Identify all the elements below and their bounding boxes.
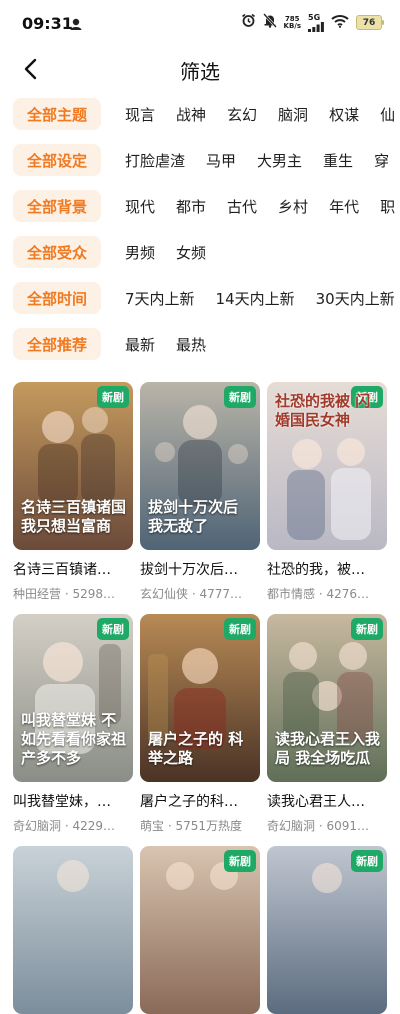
- app-notification-icon: [69, 16, 83, 30]
- poster-title: 叫我替堂妹 不如先看看你家祖产多不多: [21, 711, 127, 767]
- drama-poster: 新剧: [267, 846, 387, 1014]
- filter-option[interactable]: 穿: [374, 150, 389, 171]
- drama-poster: 新剧 读我心君王入我局 我全场吃瓜: [267, 614, 387, 782]
- card-title: 屠户之子的科…: [140, 794, 238, 810]
- drama-poster: 新剧 拔剑十万次后 我无敌了: [140, 382, 260, 550]
- signal-bars-icon: [308, 21, 324, 32]
- card-meta: 都市情感 · 4276…: [267, 587, 369, 601]
- poster-title: 读我心君王入我局 我全场吃瓜: [275, 730, 381, 767]
- new-badge: 新剧: [351, 618, 383, 640]
- drama-card[interactable]: 新剧 名诗三百镇诸国 我只想当富商 名诗三百镇诸… 种田经营 · 5298…: [13, 382, 133, 602]
- drama-card[interactable]: 新剧: [140, 846, 260, 1014]
- filter-option[interactable]: 女频: [176, 242, 206, 263]
- drama-card[interactable]: 新剧 拔剑十万次后 我无敌了 拔剑十万次后… 玄幻仙侠 · 4777…: [140, 382, 260, 602]
- poster-title: 屠户之子的 科举之路: [148, 730, 244, 767]
- card-meta: 奇幻脑洞 · 6091…: [267, 819, 369, 833]
- status-time: 09:31: [22, 14, 73, 33]
- battery-indicator: 76: [356, 15, 384, 30]
- filter-option[interactable]: 仙: [380, 104, 395, 125]
- card-meta: 奇幻脑洞 · 4229…: [13, 819, 115, 833]
- cell-signal: 5G: [308, 12, 324, 32]
- wifi-icon: [331, 13, 349, 32]
- filter-chip-theme[interactable]: 全部主题: [13, 98, 101, 130]
- card-title: 拔剑十万次后…: [140, 562, 238, 578]
- poster-image: [13, 846, 133, 1014]
- new-badge: 新剧: [97, 618, 129, 640]
- drama-poster: 新剧: [140, 846, 260, 1014]
- new-badge: 新剧: [97, 386, 129, 408]
- card-title: 社恐的我，被…: [267, 562, 365, 578]
- filter-option[interactable]: 年代: [329, 196, 359, 217]
- filter-option[interactable]: 打脸虐渣: [125, 150, 185, 171]
- drama-card[interactable]: 新剧 读我心君王入我局 我全场吃瓜 读我心君王人… 奇幻脑洞 · 6091…: [267, 614, 387, 834]
- filter-option[interactable]: 玄幻: [227, 104, 257, 125]
- filter-option[interactable]: 14天内上新: [216, 288, 295, 309]
- battery-level: 76: [362, 17, 376, 28]
- alarm-icon: [241, 13, 256, 32]
- header: 筛选: [0, 46, 400, 90]
- filter-option[interactable]: 男频: [125, 242, 155, 263]
- mute-bell-icon: [262, 13, 277, 32]
- network-type: 5G: [308, 12, 321, 22]
- filter-option[interactable]: 30天内上新: [316, 288, 395, 309]
- filter-option[interactable]: 最新: [125, 334, 155, 355]
- card-meta: 玄幻仙侠 · 4777…: [140, 587, 242, 601]
- drama-poster: 新剧 名诗三百镇诸国 我只想当富商: [13, 382, 133, 550]
- card-title: 读我心君王人…: [267, 794, 365, 810]
- filter-chip-recommend[interactable]: 全部推荐: [13, 328, 101, 360]
- filter-option[interactable]: 最热: [176, 334, 206, 355]
- filter-row-audience: 全部受众 男频 女频: [0, 236, 400, 268]
- drama-card[interactable]: 新剧 社恐的我被 闪婚国民女神 社恐的我，被… 都市情感 · 4276…: [267, 382, 387, 602]
- filter-row-time: 全部时间 7天内上新 14天内上新 30天内上新: [0, 282, 400, 314]
- filter-row-background: 全部背景 现代 都市 古代 乡村 年代 职: [0, 190, 400, 222]
- card-meta: 种田经营 · 5298…: [13, 587, 115, 601]
- filter-option[interactable]: 职: [380, 196, 395, 217]
- drama-card[interactable]: 新剧 叫我替堂妹 不如先看看你家祖产多不多 叫我替堂妹，… 奇幻脑洞 · 422…: [13, 614, 133, 834]
- filter-option[interactable]: 现言: [125, 104, 155, 125]
- poster-title: 名诗三百镇诸国 我只想当富商: [21, 498, 127, 535]
- filter-option[interactable]: 权谋: [329, 104, 359, 125]
- status-bar: 09:31 785 KB/s 5G 76: [0, 0, 400, 46]
- filter-row-theme: 全部主题 现言 战神 玄幻 脑洞 权谋 仙: [0, 98, 400, 130]
- filter-option[interactable]: 都市: [176, 196, 206, 217]
- filter-panel: 全部主题 现言 战神 玄幻 脑洞 权谋 仙 全部设定 打脸虐渣 马甲 大男主 重…: [0, 98, 400, 360]
- drama-poster: 新剧 屠户之子的 科举之路: [140, 614, 260, 782]
- new-badge: 新剧: [351, 850, 383, 872]
- card-title: 名诗三百镇诸…: [13, 562, 111, 578]
- filter-option[interactable]: 大男主: [257, 150, 302, 171]
- filter-chip-setting[interactable]: 全部设定: [13, 144, 101, 176]
- poster-title: 拔剑十万次后 我无敌了: [148, 498, 239, 535]
- filter-option[interactable]: 重生: [323, 150, 353, 171]
- filter-row-recommend: 全部推荐 最新 最热: [0, 328, 400, 360]
- filter-chip-time[interactable]: 全部时间: [13, 282, 101, 314]
- net-speed: 785 KB/s: [283, 15, 301, 30]
- filter-option[interactable]: 古代: [227, 196, 257, 217]
- page-title: 筛选: [180, 60, 220, 84]
- filter-option[interactable]: 脑洞: [278, 104, 308, 125]
- net-speed-unit: KB/s: [283, 21, 301, 30]
- drama-card[interactable]: 新剧: [267, 846, 387, 1014]
- drama-card[interactable]: 新剧 屠户之子的 科举之路 屠户之子的科… 萌宝 · 5751万热度: [140, 614, 260, 834]
- card-title: 叫我替堂妹，…: [13, 794, 111, 810]
- filter-option[interactable]: 战神: [176, 104, 206, 125]
- poster-title: 社恐的我被 闪婚国民女神: [275, 392, 371, 429]
- new-badge: 新剧: [224, 386, 256, 408]
- filter-option[interactable]: 马甲: [206, 150, 236, 171]
- filter-option[interactable]: 乡村: [278, 196, 308, 217]
- drama-poster: 新剧 社恐的我被 闪婚国民女神: [267, 382, 387, 550]
- filter-row-setting: 全部设定 打脸虐渣 马甲 大男主 重生 穿: [0, 144, 400, 176]
- drama-card[interactable]: [13, 846, 133, 1014]
- filter-chip-background[interactable]: 全部背景: [13, 190, 101, 222]
- filter-option[interactable]: 现代: [125, 196, 155, 217]
- drama-poster: 新剧 叫我替堂妹 不如先看看你家祖产多不多: [13, 614, 133, 782]
- filter-chip-audience[interactable]: 全部受众: [13, 236, 101, 268]
- card-meta: 萌宝 · 5751万热度: [140, 819, 242, 833]
- new-badge: 新剧: [224, 850, 256, 872]
- drama-poster: [13, 846, 133, 1014]
- new-badge: 新剧: [224, 618, 256, 640]
- filter-option[interactable]: 7天内上新: [125, 288, 195, 309]
